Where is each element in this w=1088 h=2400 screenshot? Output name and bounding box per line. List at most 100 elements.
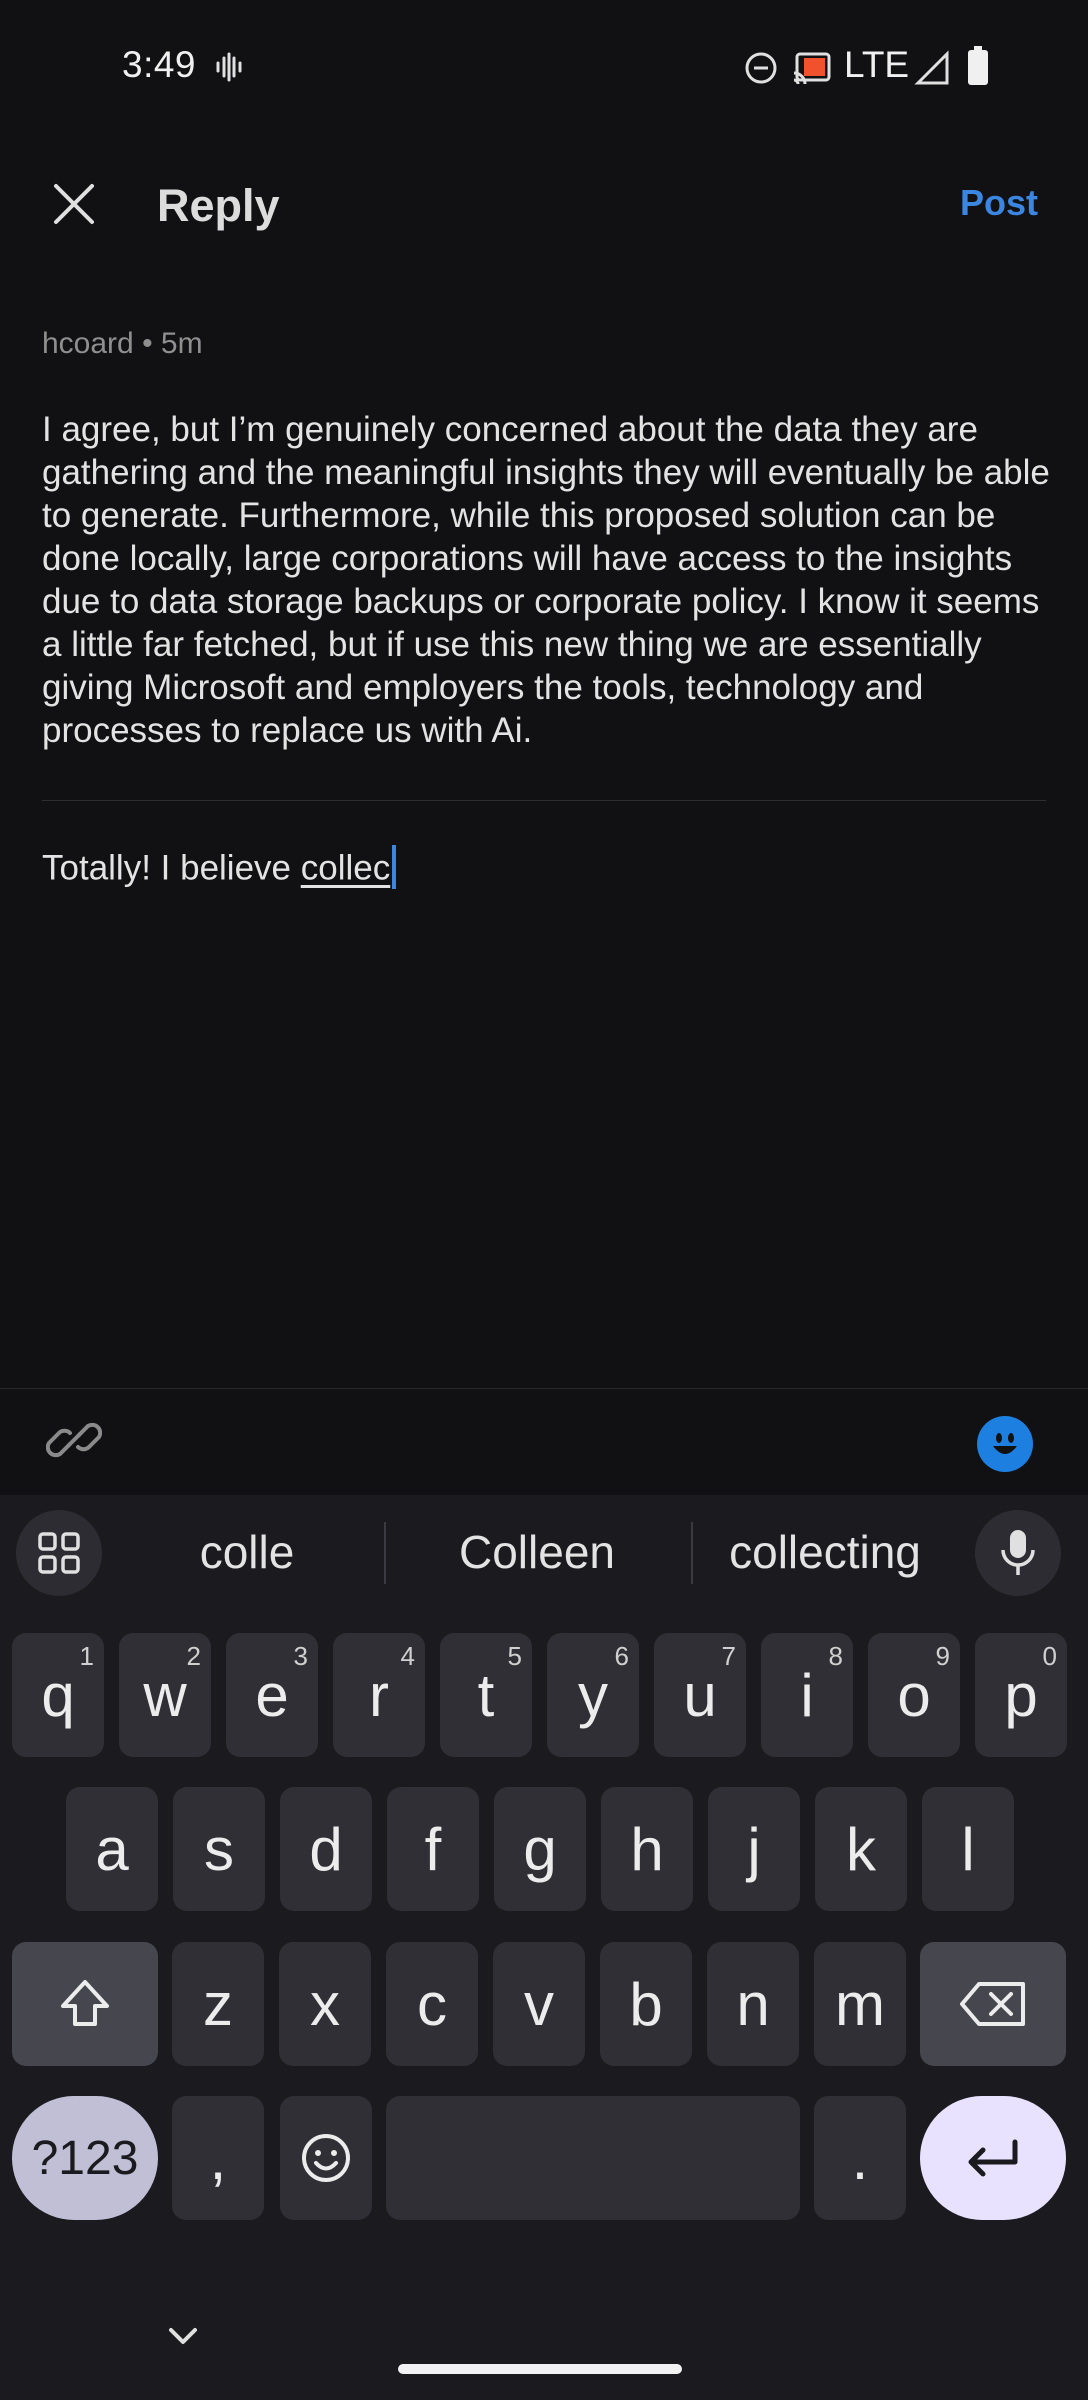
key-t[interactable]: t5 — [440, 1633, 532, 1757]
key-x[interactable]: x — [279, 1942, 371, 2066]
key-label: w — [143, 1661, 187, 1729]
key-p[interactable]: p0 — [975, 1633, 1067, 1757]
space-key[interactable] — [386, 2096, 800, 2220]
link-icon — [45, 1422, 103, 1458]
key-label: a — [95, 1815, 129, 1883]
key-f[interactable]: f — [387, 1787, 479, 1911]
key-i[interactable]: i8 — [761, 1633, 853, 1757]
attach-link-button[interactable] — [45, 1412, 103, 1468]
key-hint-number: 4 — [400, 1641, 415, 1671]
key-label: h — [630, 1815, 664, 1883]
comma-key[interactable]: , — [172, 2096, 264, 2220]
emoji-button[interactable] — [977, 1416, 1033, 1472]
enter-icon — [968, 2139, 1018, 2177]
key-g[interactable]: g — [494, 1787, 586, 1911]
key-hint-number: 6 — [614, 1641, 629, 1671]
grid-icon — [38, 1532, 80, 1574]
emoji-key[interactable] — [280, 2096, 372, 2220]
key-q[interactable]: q1 — [12, 1633, 104, 1757]
key-l[interactable]: l — [922, 1787, 1014, 1911]
key-hint-number: 8 — [828, 1641, 843, 1671]
keyboard-menu-button[interactable] — [16, 1510, 102, 1596]
key-y[interactable]: y6 — [547, 1633, 639, 1757]
reply-text: Totally! I believe — [42, 848, 301, 888]
post-button[interactable]: Post — [960, 182, 1038, 224]
key-label: k — [846, 1815, 876, 1883]
key-e[interactable]: e3 — [226, 1633, 318, 1757]
key-k[interactable]: k — [815, 1787, 907, 1911]
key-label: l — [961, 1815, 975, 1883]
key-label: e — [255, 1661, 289, 1729]
key-label: t — [477, 1661, 495, 1729]
status-bar: 3:49 LTE — [0, 0, 1088, 135]
key-hint-number: 3 — [293, 1641, 308, 1671]
battery-icon — [968, 46, 988, 85]
smiley-icon — [302, 2134, 350, 2182]
microphone-icon — [1001, 1530, 1035, 1575]
key-hint-number: 5 — [507, 1641, 522, 1671]
key-j[interactable]: j — [708, 1787, 800, 1911]
divider — [42, 800, 1046, 801]
shift-icon — [61, 1980, 109, 2026]
key-label: i — [800, 1661, 814, 1729]
key-label: m — [835, 1970, 885, 2038]
key-a[interactable]: a — [66, 1787, 158, 1911]
comment-text: I agree, but I’m genuinely concerned abo… — [42, 410, 1050, 750]
key-hint-number: 7 — [721, 1641, 736, 1671]
key-o[interactable]: o9 — [868, 1633, 960, 1757]
key-r[interactable]: r4 — [333, 1633, 425, 1757]
key-label: q — [41, 1661, 75, 1729]
reply-input[interactable]: Totally! I believe collec — [42, 845, 397, 892]
close-icon — [54, 184, 94, 224]
key-hint-number: 1 — [79, 1641, 94, 1671]
shift-key[interactable] — [12, 1942, 158, 2066]
key-label: s — [204, 1815, 234, 1883]
period-key[interactable]: . — [814, 2096, 906, 2220]
close-button[interactable] — [40, 170, 108, 238]
key-label: d — [309, 1815, 343, 1883]
suggestion-divider — [691, 1522, 693, 1584]
home-indicator[interactable] — [398, 2364, 682, 2374]
voice-input-button[interactable] — [975, 1510, 1061, 1596]
key-h[interactable]: h — [601, 1787, 693, 1911]
status-time: 3:49 — [122, 44, 197, 85]
key-hint-number: 2 — [186, 1641, 201, 1671]
text-cursor — [392, 845, 397, 889]
suggestion-1[interactable]: colle — [140, 1525, 354, 1579]
key-label: x — [310, 1970, 340, 2038]
composer-toolbar — [0, 1388, 1088, 1495]
key-b[interactable]: b — [600, 1942, 692, 2066]
key-label: u — [683, 1661, 717, 1729]
key-u[interactable]: u7 — [654, 1633, 746, 1757]
key-label: n — [736, 1970, 770, 2038]
hide-keyboard-icon[interactable] — [165, 2318, 201, 2354]
signal-icon — [914, 50, 949, 85]
key-w[interactable]: w2 — [119, 1633, 211, 1757]
page-title: Reply — [157, 180, 280, 231]
key-label: z — [203, 1970, 233, 2038]
key-v[interactable]: v — [493, 1942, 585, 2066]
key-s[interactable]: s — [173, 1787, 265, 1911]
key-label: g — [523, 1815, 557, 1883]
backspace-key[interactable] — [920, 1942, 1066, 2066]
key-c[interactable]: c — [386, 1942, 478, 2066]
key-hint-number: 9 — [935, 1641, 950, 1671]
vibrate-icon — [216, 52, 242, 82]
key-label: r — [369, 1661, 389, 1729]
key-label: j — [747, 1815, 761, 1883]
key-n[interactable]: n — [707, 1942, 799, 2066]
key-d[interactable]: d — [280, 1787, 372, 1911]
suggestion-divider — [384, 1522, 386, 1584]
key-hint-number: 0 — [1042, 1641, 1057, 1671]
comment-meta: hcoard • 5m — [42, 327, 203, 360]
key-m[interactable]: m — [814, 1942, 906, 2066]
key-z[interactable]: z — [172, 1942, 264, 2066]
enter-key[interactable] — [920, 2096, 1066, 2220]
suggestion-2[interactable]: Colleen — [418, 1525, 656, 1579]
key-label: y — [578, 1661, 608, 1729]
composing-word: collec — [300, 848, 391, 888]
symbols-key[interactable]: ?123 — [12, 2096, 158, 2220]
dnd-icon — [745, 52, 777, 84]
suggestion-3[interactable]: collecting — [708, 1525, 942, 1579]
key-label: c — [417, 1970, 447, 2038]
